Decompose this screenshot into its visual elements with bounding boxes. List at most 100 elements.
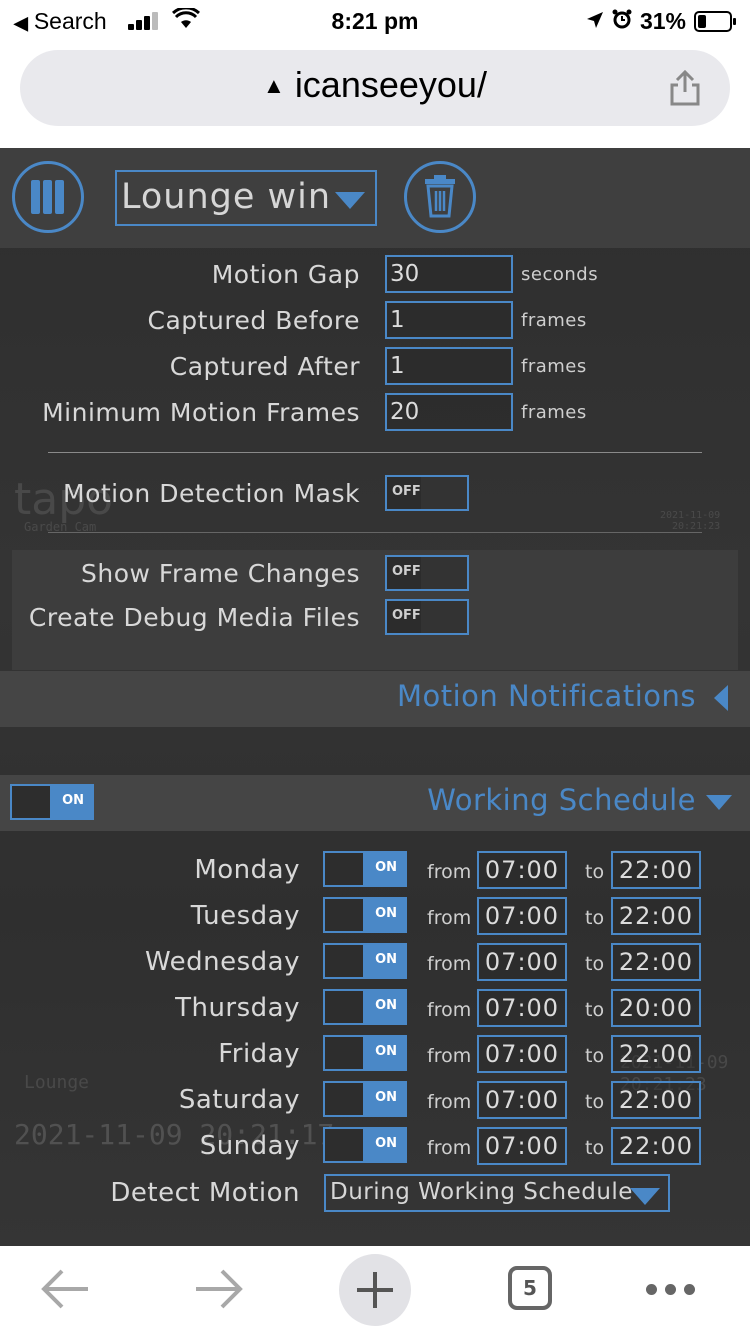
motion-gap-label: Motion Gap [211,260,360,289]
sunday-to-input[interactable]: 22:00 [611,1127,701,1165]
tabs-button[interactable]: 5 [508,1266,552,1310]
captured-before-input[interactable]: 1 [385,301,513,339]
to-label: to [585,953,605,975]
mask-toggle[interactable]: OFF [385,475,469,511]
motion-gap-unit: seconds [521,264,599,285]
debug-media-text: OFF [392,608,421,623]
day-toggle-text: ON [375,860,397,875]
arrow-right-icon[interactable] [192,1262,246,1320]
captured-after-unit: frames [521,356,587,377]
pause-bars-icon[interactable] [12,161,84,233]
camera-select-value: Lounge win [121,177,332,217]
from-label: from [427,1091,472,1113]
more-dots-icon[interactable] [646,1284,695,1295]
to-label: to [585,1137,605,1159]
day-toggle-text: ON [375,906,397,921]
wednesday-to-input[interactable]: 22:00 [611,943,701,981]
captured-before-unit: frames [521,310,587,331]
detect-motion-label: Detect Motion [110,1178,300,1208]
day-label-tuesday: Tuesday [190,901,300,931]
chevron-down-icon [335,192,365,209]
saturday-to-input[interactable]: 22:00 [611,1081,701,1119]
url-text: icanseeyou/ [294,64,487,105]
day-toggle-text: ON [375,1090,397,1105]
browser-toolbar: 5 [0,1246,750,1334]
day-toggle-text: ON [375,1044,397,1059]
divider [48,452,702,453]
mask-label: Motion Detection Mask [63,479,360,508]
min-motion-frames-input[interactable]: 20 [385,393,513,431]
day-toggle-text: ON [375,952,397,967]
motion-notifications-title: Motion Notifications [396,679,696,713]
status-bar: ◀ Search 8:21 pm 31% [0,0,750,44]
to-label: to [585,907,605,929]
debug-media-toggle[interactable]: OFF [385,599,469,635]
chevron-down-icon [706,795,732,810]
share-icon[interactable] [668,69,702,106]
day-toggle-sunday[interactable]: ON [323,1127,407,1163]
thursday-to-input[interactable]: 20:00 [611,989,701,1027]
arrow-left-icon[interactable] [38,1262,92,1320]
detect-motion-select[interactable]: During Working Schedule [324,1174,670,1212]
thursday-from-input[interactable]: 07:00 [477,989,567,1027]
chevron-down-icon [630,1188,660,1205]
day-label-sunday: Sunday [199,1131,300,1161]
to-label: to [585,999,605,1021]
camera-toolbar: Lounge win [0,148,750,248]
motion-gap-input[interactable]: 30 [385,255,513,293]
day-toggle-friday[interactable]: ON [323,1035,407,1071]
day-toggle-saturday[interactable]: ON [323,1081,407,1117]
captured-after-input[interactable]: 1 [385,347,513,385]
mask-toggle-text: OFF [392,484,421,499]
show-frame-changes-text: OFF [392,564,421,579]
to-label: to [585,1091,605,1113]
show-frame-changes-label: Show Frame Changes [81,559,360,588]
location-icon [586,8,604,35]
schedule-toggle[interactable]: ON [10,784,94,820]
trash-icon[interactable] [404,161,476,233]
day-label-thursday: Thursday [175,993,300,1023]
sunday-from-input[interactable]: 07:00 [477,1127,567,1165]
new-tab-plus-icon[interactable] [339,1254,411,1326]
alarm-icon [612,8,632,35]
camera-select[interactable]: Lounge win [115,170,377,226]
address-bar[interactable]: ▲ icanseeyou/ [20,50,730,126]
motion-notifications-header[interactable]: Motion Notifications [0,671,750,727]
wednesday-from-input[interactable]: 07:00 [477,943,567,981]
day-toggle-text: ON [375,998,397,1013]
from-label: from [427,999,472,1021]
to-label: to [585,861,605,883]
day-toggle-thursday[interactable]: ON [323,989,407,1025]
friday-to-input[interactable]: 22:00 [611,1035,701,1073]
day-toggle-tuesday[interactable]: ON [323,897,407,933]
monday-to-input[interactable]: 22:00 [611,851,701,889]
tuesday-from-input[interactable]: 07:00 [477,897,567,935]
day-label-monday: Monday [194,855,300,885]
day-toggle-wednesday[interactable]: ON [323,943,407,979]
schedule-toggle-text: ON [62,793,84,808]
detect-motion-value: During Working Schedule [330,1179,633,1205]
tuesday-to-input[interactable]: 22:00 [611,897,701,935]
captured-after-label: Captured After [169,352,360,381]
show-frame-changes-toggle[interactable]: OFF [385,555,469,591]
friday-from-input[interactable]: 07:00 [477,1035,567,1073]
monday-from-input[interactable]: 07:00 [477,851,567,889]
debug-media-label: Create Debug Media Files [28,603,360,632]
from-label: from [427,907,472,929]
saturday-from-input[interactable]: 07:00 [477,1081,567,1119]
camera-settings-page: tapo Garden Cam 2021-11-09 20:21:23 Loun… [0,148,750,1246]
warning-icon: ▲ [263,73,285,98]
from-label: from [427,1137,472,1159]
day-toggle-monday[interactable]: ON [323,851,407,887]
day-label-saturday: Saturday [178,1085,300,1115]
day-label-friday: Friday [218,1039,300,1069]
divider [48,532,702,533]
working-schedule-header[interactable]: ON Working Schedule [0,775,750,831]
battery-icon [694,11,736,32]
chevron-left-icon [714,685,728,711]
min-motion-frames-label: Minimum Motion Frames [42,398,360,427]
captured-before-label: Captured Before [147,306,360,335]
battery-percent: 31% [639,8,686,34]
day-toggle-text: ON [375,1136,397,1151]
to-label: to [585,1045,605,1067]
